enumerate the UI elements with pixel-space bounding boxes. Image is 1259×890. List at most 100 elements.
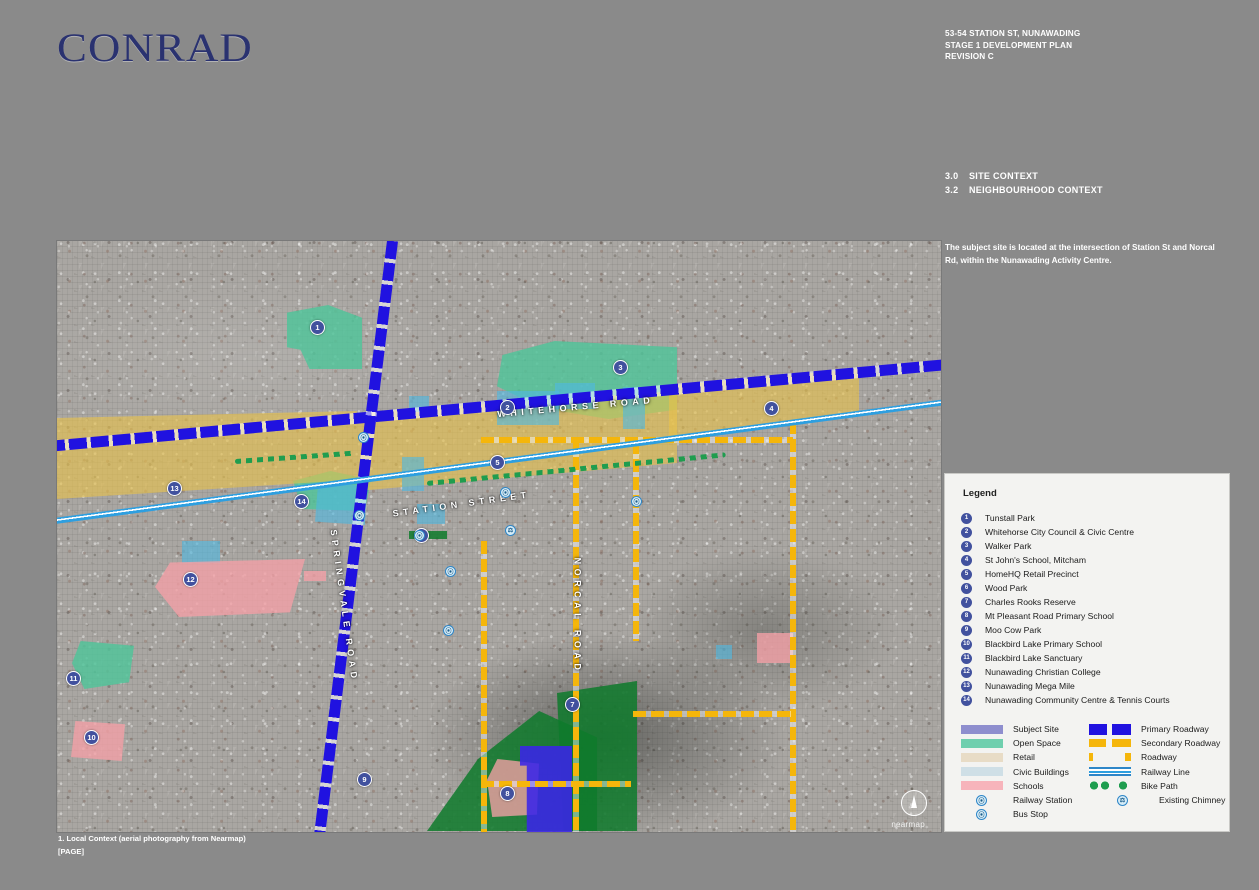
legend-key-column-right: Primary Roadway Secondary Roadway Roadwa… xyxy=(1089,722,1225,821)
legend-item-label: Wood Park xyxy=(985,583,1028,593)
legend-key-label: Subject Site xyxy=(1013,724,1059,735)
section-heading-primary: 3.0 SITE CONTEXT xyxy=(945,170,1245,184)
map-caption: 1. Local Context (aerial photography fro… xyxy=(58,833,488,859)
legend-badge: 3 xyxy=(961,540,972,552)
legend-item-label: St John's School, Mitcham xyxy=(985,555,1086,565)
legend-item[interactable]: 9 Moo Cow Park xyxy=(961,623,1219,637)
legend-item-label: Nunawading Mega Mile xyxy=(985,681,1075,691)
railway-station-icon[interactable]: ⦿ xyxy=(358,432,369,443)
legend-item-label: Walker Park xyxy=(985,541,1032,551)
legend-item[interactable]: 5 HomeHQ Retail Precinct xyxy=(961,567,1219,581)
legend-key: Retail xyxy=(961,750,1089,764)
legend-item[interactable]: 4 St John's School, Mitcham xyxy=(961,553,1219,567)
chimney-icon: ⚖ xyxy=(1117,794,1128,806)
north-arrow-icon xyxy=(901,790,927,816)
legend-item-label: Tunstall Park xyxy=(985,513,1035,523)
civic-buildings-swatch xyxy=(961,767,1003,777)
project-revision: REVISION C xyxy=(945,52,994,62)
railway-station-icon[interactable]: ⦿ xyxy=(500,487,511,498)
legend-badge: 1 xyxy=(961,512,972,524)
legend-item[interactable]: 7 Charles Rooks Reserve xyxy=(961,595,1219,609)
roadway-swatch xyxy=(1089,753,1131,762)
legend-badge: 10 xyxy=(961,638,972,650)
legend-key: Bike Path xyxy=(1089,779,1217,793)
legend-key: Primary Roadway xyxy=(1089,722,1217,736)
legend-key: Civic Buildings xyxy=(961,765,1089,779)
railway-line-swatch xyxy=(1089,767,1131,777)
legend-key-label: Secondary Roadway xyxy=(1141,738,1221,749)
legend-item-label: Moo Cow Park xyxy=(985,625,1042,635)
legend-key-label: Railway Line xyxy=(1141,766,1190,777)
legend-key: ⦿ Bus Stop xyxy=(961,807,1089,821)
primary-roadway-swatch xyxy=(1089,723,1131,735)
legend-item[interactable]: 10 Blackbird Lake Primary School xyxy=(961,637,1219,651)
legend-badge: 2 xyxy=(961,526,972,538)
subject-site-swatch xyxy=(961,724,1003,734)
legend-key-label: Bike Path xyxy=(1141,780,1178,791)
legend-key-label: Primary Roadway xyxy=(1141,724,1209,735)
legend-badge: 11 xyxy=(961,652,972,664)
secondary-roadway-swatch xyxy=(1089,739,1131,748)
legend-badge: 12 xyxy=(961,666,972,678)
legend-item[interactable]: 6 Wood Park xyxy=(961,581,1219,595)
legend-item[interactable]: 1 Tunstall Park xyxy=(961,511,1219,525)
bus-stop-icon: ⦿ xyxy=(976,808,987,820)
document-page: CONRAD 53-54 STATION ST, NUNAWADING STAG… xyxy=(0,0,1259,890)
project-stage: STAGE 1 DEVELOPMENT PLAN xyxy=(945,40,1073,50)
legend-item[interactable]: 2 Whitehorse City Council & Civic Centre xyxy=(961,525,1219,539)
legend-item[interactable]: 11 Blackbird Lake Sanctuary xyxy=(961,651,1219,665)
legend-item[interactable]: 13 Nunawading Mega Mile xyxy=(961,679,1219,693)
bike-path-swatch xyxy=(1089,781,1131,791)
document-meta: 53-54 STATION ST, NUNAWADING STAGE 1 DEV… xyxy=(945,28,1245,63)
brand-logo: CONRAD xyxy=(57,25,253,70)
legend-badge: 13 xyxy=(961,680,972,692)
legend-key: Railway Line xyxy=(1089,765,1217,779)
legend-item-label: Blackbird Lake Sanctuary xyxy=(985,653,1083,663)
site-context-map[interactable]: WHITEHORSE ROAD STATION STREET SPRINGVAL… xyxy=(57,241,941,832)
bus-stop-icon[interactable]: ⦿ xyxy=(414,530,425,541)
legend-badge: 8 xyxy=(961,610,972,622)
open-space-swatch xyxy=(961,738,1003,748)
legend-badge: 4 xyxy=(961,554,972,566)
legend-key: ⚖ Existing Chimney xyxy=(1089,793,1225,807)
legend-key-column-left: Subject Site Open Space Retail Civic Bui… xyxy=(961,722,1089,821)
railway-station-icon: ⦿ xyxy=(976,794,987,806)
section-heading-secondary: 3.2 NEIGHBOURHOOD CONTEXT xyxy=(945,184,1245,198)
legend-item-label: Nunawading Community Centre & Tennis Cou… xyxy=(985,695,1170,705)
bus-stop-icon[interactable]: ⦿ xyxy=(631,496,642,507)
legend-title: Legend xyxy=(963,488,997,499)
section-number: 3.0 xyxy=(945,171,959,181)
legend-item-label: Blackbird Lake Primary School xyxy=(985,639,1103,649)
context-description: The subject site is located at the inter… xyxy=(945,243,1215,265)
legend-item[interactable]: 8 Mt Pleasant Road Primary School xyxy=(961,609,1219,623)
legend-item-label: Mt Pleasant Road Primary School xyxy=(985,611,1114,621)
retail-swatch xyxy=(961,752,1003,762)
legend-key-label: Retail xyxy=(1013,752,1035,763)
legend-numbered-list: 1 Tunstall Park 2 Whitehorse City Council … xyxy=(961,511,1219,707)
legend-badge: 6 xyxy=(961,582,972,594)
legend-key-label: Open Space xyxy=(1013,738,1061,749)
section-headings: 3.0 SITE CONTEXT 3.2 NEIGHBOURHOOD CONTE… xyxy=(945,170,1245,198)
legend-panel: Legend 1 Tunstall Park 2 Whitehorse City C… xyxy=(944,473,1230,832)
map-caption-line1: 1. Local Context (aerial photography fro… xyxy=(58,834,246,843)
bus-stop-icon[interactable]: ⦿ xyxy=(443,625,454,636)
map-watermark: nearmap xyxy=(891,820,925,829)
legend-badge: 7 xyxy=(961,596,972,608)
legend-key: Secondary Roadway xyxy=(1089,736,1221,750)
legend-badge: 9 xyxy=(961,624,972,636)
legend-item[interactable]: 3 Walker Park xyxy=(961,539,1219,553)
legend-item[interactable]: 14 Nunawading Community Centre & Tennis C… xyxy=(961,693,1219,707)
section-number: 3.2 xyxy=(945,184,959,195)
schools-swatch xyxy=(961,781,1003,791)
bus-stop-icon[interactable]: ⦿ xyxy=(445,566,456,577)
legend-key: Open Space xyxy=(961,736,1089,750)
bus-stop-icon[interactable]: ⦿ xyxy=(354,510,365,521)
legend-key-label: Schools xyxy=(1013,780,1044,791)
legend-key: Roadway xyxy=(1089,750,1217,764)
existing-chimney-icon[interactable]: ⚖ xyxy=(505,525,516,536)
legend-item-label: Charles Rooks Reserve xyxy=(985,597,1076,607)
legend-key-label: Civic Buildings xyxy=(1013,766,1069,777)
legend-key: Subject Site xyxy=(961,722,1089,736)
legend-item[interactable]: 12 Nunawading Christian College xyxy=(961,665,1219,679)
map-poi-layer: ⦿ ⦿ ⦿ ⦿ ⦿ ⦿ ⦿ ⚖ xyxy=(57,241,941,832)
